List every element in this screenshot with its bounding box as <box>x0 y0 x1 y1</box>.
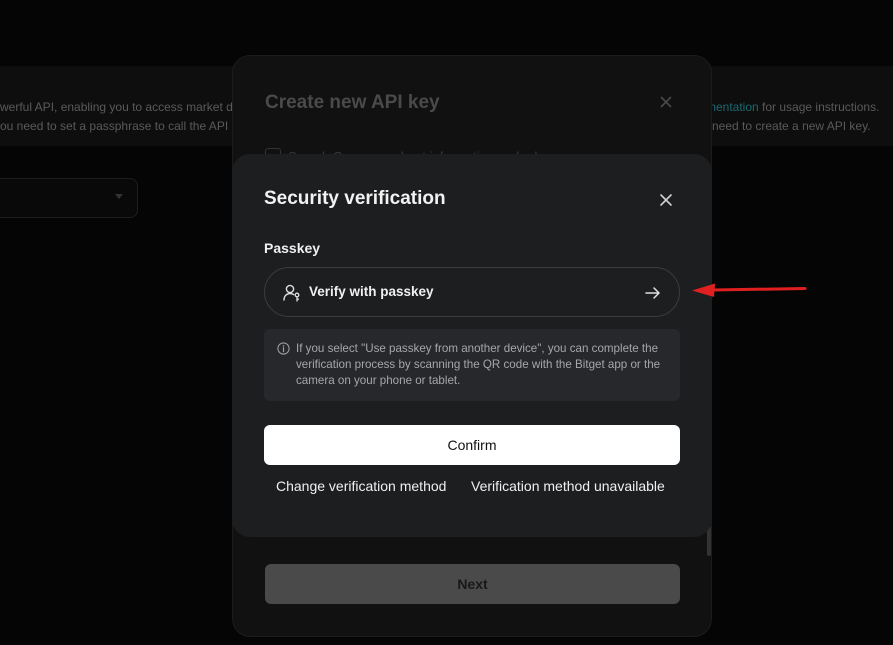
verification-method-unavailable-link[interactable]: Verification method unavailable <box>471 478 665 494</box>
passkey-section-label: Passkey <box>264 240 321 256</box>
confirm-button[interactable]: Confirm <box>264 425 680 465</box>
next-button[interactable]: Next <box>265 564 680 604</box>
documentation-link[interactable]: mentation <box>706 100 759 114</box>
verify-with-passkey-button[interactable]: Verify with passkey <box>264 267 680 317</box>
passkey-button-label: Verify with passkey <box>309 284 434 299</box>
background-select[interactable] <box>0 178 138 218</box>
banner-text-right-1-suffix: for usage instructions. <box>758 100 880 114</box>
close-icon[interactable] <box>658 192 674 208</box>
info-icon <box>277 342 290 355</box>
modal-title: Security verification <box>264 188 446 209</box>
passkey-info-box: If you select "Use passkey from another … <box>264 329 680 401</box>
security-verification-modal: Security verification Passkey Verify wit… <box>232 154 712 537</box>
banner-text-right-2: need to create a new API key. <box>712 119 871 133</box>
banner-text-line-1: werful API, enabling you to access marke… <box>0 100 240 114</box>
chevron-down-icon <box>115 194 123 199</box>
close-icon[interactable] <box>657 93 675 111</box>
arrow-right-icon <box>645 287 660 299</box>
passkey-info-text: If you select "Use passkey from another … <box>296 342 661 387</box>
api-dialog-title: Create new API key <box>265 92 440 113</box>
screen: werful API, enabling you to access marke… <box>0 0 893 645</box>
user-passkey-icon <box>283 284 300 302</box>
banner-text-line-2: ou need to set a passphrase to call the … <box>0 119 239 133</box>
change-verification-method-link[interactable]: Change verification method <box>276 478 446 494</box>
banner-text-right-1: mentation for usage instructions. <box>706 100 879 114</box>
annotation-arrow-icon <box>692 283 807 297</box>
